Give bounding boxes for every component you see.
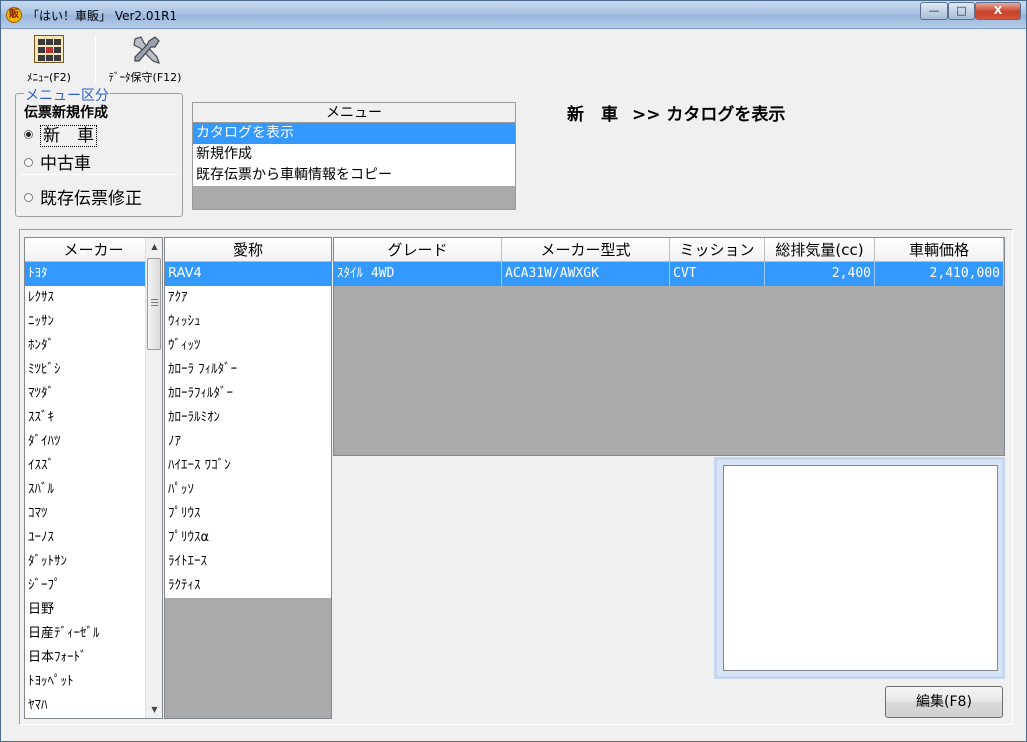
maker-list-item[interactable]: ﾐﾂﾋﾞｼ xyxy=(25,358,162,382)
maker-list-item[interactable]: ｽｽﾞｷ xyxy=(25,406,162,430)
main-window: 販 「はい！車販」 Ver2.01R1 — □ X ﾒﾆｭｰ(F2) ﾃﾞｰﾀ保… xyxy=(0,0,1027,742)
nickname-list-item[interactable]: ｱｸｱ xyxy=(165,286,331,310)
grid-column-header[interactable]: 総排気量(cc) xyxy=(765,238,875,262)
edit-button[interactable]: 編集(F8) xyxy=(885,686,1003,718)
grade-grid[interactable]: グレード メーカー型式 ミッション 総排気量(cc) 車輌価格 ｽﾀｲﾙ 4WD ACA3… xyxy=(333,237,1005,456)
nickname-list-item[interactable]: ﾊﾟｯｿ xyxy=(165,478,331,502)
grid-cell: ｽﾀｲﾙ 4WD xyxy=(334,262,502,286)
grid-cell: 2,410,000 xyxy=(875,262,1004,286)
toolbar: ﾒﾆｭｰ(F2) ﾃﾞｰﾀ保守(F12) xyxy=(7,31,1025,87)
nickname-list-item[interactable]: ﾊｲｴｰｽ ﾜｺﾞﾝ xyxy=(165,454,331,478)
maker-list-item[interactable]: ﾀﾞｲﾊﾂ xyxy=(25,430,162,454)
radio-selected-icon xyxy=(24,130,33,139)
menu-button[interactable]: ﾒﾆｭｰ(F2) xyxy=(19,31,79,87)
maker-list-item[interactable]: ﾄﾖｯﾍﾟｯﾄ xyxy=(25,670,162,694)
grid-row[interactable]: ｽﾀｲﾙ 4WD ACA31W/AWXGK CVT 2,400 2,410,000 xyxy=(334,262,1004,286)
nickname-list-header: 愛称 xyxy=(165,238,331,262)
notes-textarea[interactable] xyxy=(723,465,998,671)
menu-item-copy[interactable]: 既存伝票から車輌情報をコピー xyxy=(193,165,515,186)
current-mode-status: 新 車 >> カタログを表示 xyxy=(567,100,799,125)
new-slip-heading: 伝票新規作成 xyxy=(24,105,108,121)
scroll-down-icon[interactable]: ▼ xyxy=(146,701,163,718)
maker-list-item[interactable]: ｲｽｽﾞ xyxy=(25,454,162,478)
nickname-list[interactable]: 愛称 RAV4 ｱｸｱ ｳｨｯｼｭ ｳﾞｨｯﾂ ｶﾛｰﾗ ﾌｨﾙﾀﾞｰ ｶﾛｰﾗﾌｨﾙﾀﾞ… xyxy=(164,237,332,719)
grid-column-header[interactable]: ミッション xyxy=(670,238,765,262)
grid-cell: CVT xyxy=(670,262,765,286)
grid-column-header[interactable]: 車輌価格 xyxy=(875,238,1004,262)
grid-cell: ACA31W/AWXGK xyxy=(502,262,670,286)
maker-list-item[interactable]: ﾎﾝﾀﾞ xyxy=(25,334,162,358)
menu-button-label: ﾒﾆｭｰ(F2) xyxy=(27,71,71,84)
nickname-list-item[interactable]: ｳﾞｨｯﾂ xyxy=(165,334,331,358)
nickname-list-item[interactable]: ﾌﾟﾘｳｽ xyxy=(165,502,331,526)
menu-list: メニュー カタログを表示 新規作成 既存伝票から車輌情報をコピー xyxy=(192,102,516,210)
maker-list-item[interactable]: 日本ﾌｫｰﾄﾞ xyxy=(25,646,162,670)
grid-column-header[interactable]: メーカー型式 xyxy=(502,238,670,262)
maker-list-item[interactable]: ﾀﾞｯﾄｻﾝ xyxy=(25,550,162,574)
maker-list-item[interactable]: 日産ﾃﾞｨｰｾﾞﾙ xyxy=(25,622,162,646)
menu-list-header: メニュー xyxy=(193,103,515,123)
status-category: 新 車 xyxy=(567,105,618,125)
window-title: 「はい！車販」 Ver2.01R1 xyxy=(27,9,178,23)
nickname-list-item[interactable]: ﾉｱ xyxy=(165,430,331,454)
data-maintenance-label: ﾃﾞｰﾀ保守(F12) xyxy=(108,71,182,84)
nickname-list-item[interactable]: ﾗｸﾃｨｽ xyxy=(165,574,331,598)
maker-list-item[interactable]: ﾚｸｻｽ xyxy=(25,286,162,310)
grid-column-header[interactable]: グレード xyxy=(334,238,502,262)
radio-new-car[interactable]: 新 車 xyxy=(24,121,97,147)
maker-list[interactable]: メーカー ﾄﾖﾀ ﾚｸｻｽ ﾆｯｻﾝ ﾎﾝﾀﾞ ﾐﾂﾋﾞｼ ﾏﾂﾀﾞ ｽｽﾞｷ ﾀﾞｲﾊﾂ ｲｽ… xyxy=(24,237,163,719)
title-bar[interactable]: 販 「はい！車販」 Ver2.01R1 — □ X xyxy=(1,1,1026,29)
maker-list-header: メーカー xyxy=(25,238,162,262)
radio-new-car-label: 新 車 xyxy=(40,125,97,147)
menu-grid-icon xyxy=(34,35,64,63)
maker-list-item[interactable]: ﾔﾏﾊ xyxy=(25,694,162,718)
maker-list-item[interactable]: ﾏﾂﾀﾞ xyxy=(25,382,162,406)
nickname-list-item[interactable]: ｶﾛｰﾗﾌｨﾙﾀﾞｰ xyxy=(165,382,331,406)
maker-list-item[interactable]: ｺﾏﾂ xyxy=(25,502,162,526)
nickname-list-item[interactable]: ｳｨｯｼｭ xyxy=(165,310,331,334)
menu-item-new[interactable]: 新規作成 xyxy=(193,144,515,165)
maker-list-item[interactable]: 日野 xyxy=(25,598,162,622)
close-button[interactable]: X xyxy=(975,2,1021,20)
maker-list-item[interactable]: ｼﾞｰﾌﾟ xyxy=(25,574,162,598)
radio-used-car-label: 中古車 xyxy=(40,154,91,174)
toolbar-separator xyxy=(95,35,96,83)
status-menu: >> カタログを表示 xyxy=(632,105,786,125)
maker-list-item[interactable]: ﾕｰﾉｽ xyxy=(25,526,162,550)
menu-item-catalog[interactable]: カタログを表示 xyxy=(193,123,515,144)
radio-unselected-icon xyxy=(24,193,33,202)
scroll-up-icon[interactable]: ▲ xyxy=(146,238,163,255)
nickname-list-item[interactable]: ｶﾛｰﾗﾙﾐｵﾝ xyxy=(165,406,331,430)
menu-category-group: メニュー区分 伝票新規作成 新 車 中古車 既存伝票修正 xyxy=(15,85,183,217)
nickname-list-item[interactable]: ﾗｲﾄｴｰｽ xyxy=(165,550,331,574)
group-divider xyxy=(20,174,178,175)
radio-edit-existing-label: 既存伝票修正 xyxy=(40,189,142,209)
wrench-icon xyxy=(133,36,160,64)
radio-unselected-icon xyxy=(24,158,33,167)
radio-used-car[interactable]: 中古車 xyxy=(24,149,91,174)
maker-scrollbar[interactable]: ▲ ▼ xyxy=(145,238,162,718)
radio-edit-existing[interactable]: 既存伝票修正 xyxy=(24,184,142,209)
maximize-button[interactable]: □ xyxy=(948,2,975,20)
app-logo-icon[interactable]: 販 xyxy=(6,7,22,23)
maker-list-item[interactable]: ﾆｯｻﾝ xyxy=(25,310,162,334)
grid-cell: 2,400 xyxy=(765,262,875,286)
scroll-thumb[interactable] xyxy=(147,258,161,350)
minimize-button[interactable]: — xyxy=(920,2,948,20)
maker-list-item[interactable]: ｽﾊﾞﾙ xyxy=(25,478,162,502)
data-maintenance-button[interactable]: ﾃﾞｰﾀ保守(F12) xyxy=(97,31,193,87)
nickname-list-item[interactable]: ﾌﾟﾘｳｽα xyxy=(165,526,331,550)
nickname-list-item[interactable]: RAV4 xyxy=(165,262,331,286)
nickname-list-item[interactable]: ｶﾛｰﾗ ﾌｨﾙﾀﾞｰ xyxy=(165,358,331,382)
maker-list-item[interactable]: ﾄﾖﾀ xyxy=(25,262,162,286)
